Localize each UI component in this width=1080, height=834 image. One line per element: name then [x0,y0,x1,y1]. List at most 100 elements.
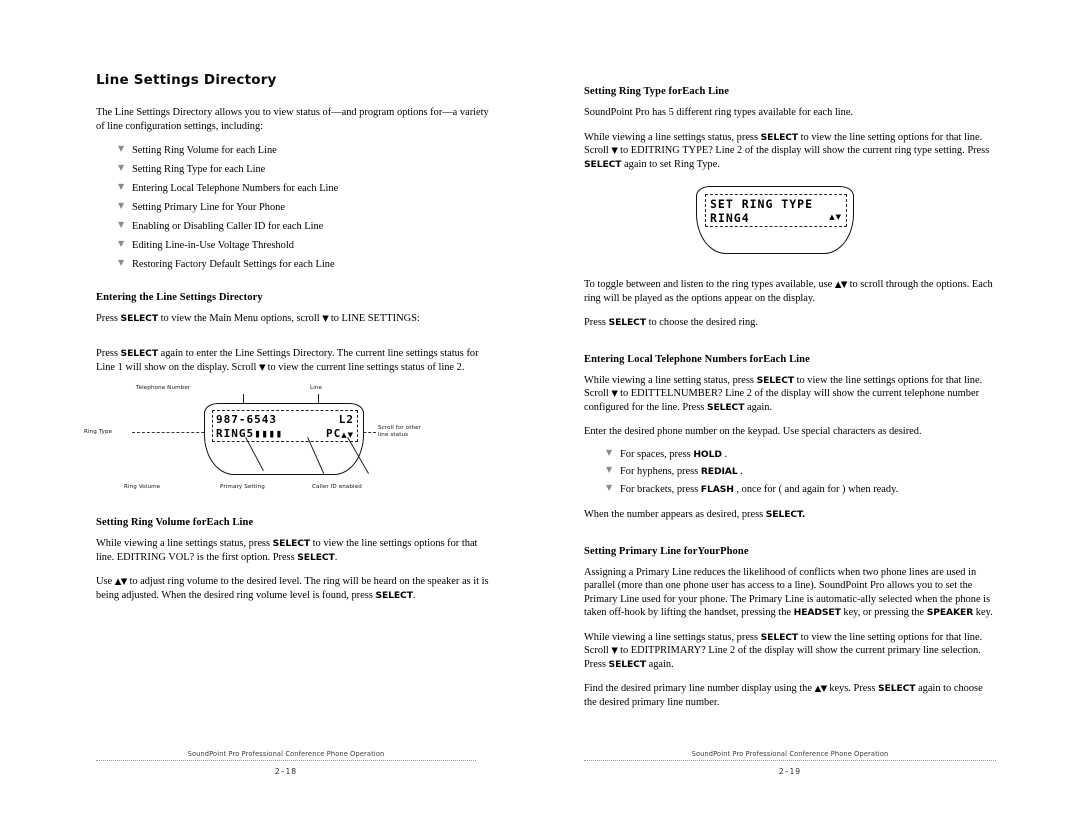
paragraph-primary-line-1: Assigning a Primary Line reduces the lik… [584,566,996,620]
key-label-select: SELECT [760,631,799,643]
key-label-select: SELECT [878,683,916,695]
page-footer-left: SoundPoint Pro Professional Conference P… [96,750,476,776]
triangle-bullet-icon: ▼ [118,144,125,154]
leader-line [132,432,214,434]
paragraph-primary-line-3: Find the desired primary line number dis… [584,682,996,709]
list-item: ▼ For brackets, press FLASH , once for (… [606,483,996,497]
list-item-label: Setting Ring Type for each Line [132,164,266,176]
page-right: Setting Ring Type forEach Line SoundPoin… [540,0,1080,834]
text-run: Press [584,317,609,329]
triangle-bullet-icon: ▼ [118,182,125,192]
callout-line: Line [310,385,323,392]
list-item-prefix: For spaces, press [620,448,694,460]
text-run: While viewing a line setting status, pre… [584,374,757,386]
paragraph-ring-type-1: SoundPoint Pro has 5 different ring type… [584,107,854,118]
callout-ring-volume: Ring Volume [124,484,161,491]
key-label-select: SELECT [706,401,745,413]
footer-divider [96,760,476,761]
section-heading-ring-type: Setting Ring Type forEach Line [584,86,729,97]
section-heading-primary-line: Setting Primary Line forYourPhone [584,545,749,557]
text-run: to choose the desired ring. [645,317,758,329]
key-label-select: SELECT [120,348,159,360]
key-label-hold: HOLD [693,448,722,460]
text-run: to view the current line settings status… [265,361,465,373]
callout-scroll-line2: line status [378,432,409,439]
key-label-select: SELECT [375,589,413,601]
paragraph-ring-volume-2: Use ▲▼ to adjust ring volume to the desi… [96,575,494,602]
triangle-bullet-icon: ▼ [606,447,613,457]
callout-scroll-for-other-line-status: Scroll for other line status [378,425,421,439]
section-heading-telephone-numbers: Entering Local Telephone Numbers forEach… [584,353,810,365]
key-label-headset: HEADSET [793,607,841,619]
list-item-suffix: . [721,448,728,460]
up-down-arrows-icon: ▲▼ [834,280,848,291]
text-run: Press [96,312,121,324]
paragraph-primary-line-2: While viewing a line settings status, pr… [584,631,996,672]
lcd-display-bezel: SET RING TYPE RING4 ▲▼ [696,186,854,255]
list-item: ▼ Enabling or Disabling Caller ID for ea… [118,220,494,234]
text-run: again. [645,658,674,670]
lcd-telephone-number: 987-6543 [216,413,277,427]
up-down-arrows-icon: ▲▼ [814,684,828,695]
text-run: Use [96,576,115,588]
up-down-arrows-icon: ▲▼ [114,577,128,588]
triangle-bullet-icon: ▼ [606,465,613,475]
triangle-bullet-icon: ▼ [118,163,125,173]
lcd-ring-type: RING5 [216,427,255,441]
key-label-speaker: SPEAKER [926,607,974,619]
callout-primary-setting: Primary Setting [220,484,265,491]
key-label-select: SELECT [297,551,335,563]
list-item: ▼ Setting Primary Line for Your Phone [118,201,494,215]
text-run: . [412,589,416,601]
lcd-line-2: RING4 ▲▼ [710,211,842,225]
two-page-spread: Line Settings Directory The Line Setting… [0,0,1080,834]
list-item-label: Entering Local Telephone Numbers for eac… [132,183,339,195]
lcd-scroll-arrows-icon: ▲▼ [829,213,842,222]
footer-title: SoundPoint Pro Professional Conference P… [691,750,889,758]
lcd-display-bezel: 987-6543 L2 RING5▮▮▮▮ PC▲▼ [204,403,364,476]
paragraph-enter-directory-1: Press SELECT to view the Main Menu optio… [96,312,494,326]
page-right-content: Setting Ring Type forEach Line SoundPoin… [584,72,996,720]
callout-scroll-line1: Scroll for other [378,425,422,432]
triangle-bullet-icon: ▼ [118,239,125,249]
list-item: ▼ For hyphens, press REDIAL . [606,465,996,479]
key-label-select: SELECT. [765,509,806,521]
page-title: Line Settings Directory [96,72,277,88]
paragraph-ring-type-3: To toggle between and listen to the ring… [584,278,996,305]
text-run: to EDITRING TYPE? Line 2 of the display … [617,145,990,157]
key-label-select: SELECT [608,658,647,670]
paragraph-telephone-numbers-2: Enter the desired phone number on the ke… [584,426,922,438]
intro-paragraph: The Line Settings Directory allows you t… [96,107,489,132]
text-run: While viewing a line settings status, pr… [584,631,761,643]
key-label-select: SELECT [608,317,647,329]
list-item: ▼ Restoring Factory Default Settings for… [118,258,494,272]
lcd-screen: SET RING TYPE RING4 ▲▼ [705,194,847,228]
paragraph-ring-type-4: Press SELECT to choose the desired ring. [584,316,996,330]
list-item-label: Setting Ring Volume for each Line [132,145,277,157]
lcd-ring-type-and-volume: RING5▮▮▮▮ [216,427,283,440]
paragraph-telephone-numbers-3: When the number appears as desired, pres… [584,508,996,522]
text-run: While viewing a line settings status, pr… [584,131,761,143]
list-item: ▼ Entering Local Telephone Numbers for e… [118,182,494,196]
figure-line-settings-display: Telephone Number Line Ring Type Scroll f… [84,385,494,497]
text-run: When the number appears as desired, pres… [584,509,766,521]
paragraph-telephone-numbers-1: While viewing a line setting status, pre… [584,374,996,415]
key-label-redial: REDIAL [700,466,738,478]
list-item-suffix: . [737,466,743,478]
page-number: 2–19 [778,767,802,776]
section-heading-entering-directory: Entering the Line Settings Directory [96,291,263,303]
list-item-label: Setting Primary Line for Your Phone [132,202,285,214]
text-run: again. [744,401,773,413]
key-label-select: SELECT [756,374,795,386]
footer-divider [584,760,996,761]
key-label-select: SELECT [584,158,622,170]
list-item-prefix: For brackets, press [620,483,701,495]
lcd-ring-type-value: RING4 [710,211,750,226]
lcd-primary-caller-id: PC [325,427,342,441]
lcd-prompt-text: SET RING TYPE [710,197,814,212]
text-run: . [334,551,338,563]
text-run: Press [96,348,121,360]
lcd-volume-bars: ▮▮▮▮ [254,427,283,441]
text-run: again to set Ring Type. [621,158,720,170]
text-run: keys. Press [826,683,879,695]
